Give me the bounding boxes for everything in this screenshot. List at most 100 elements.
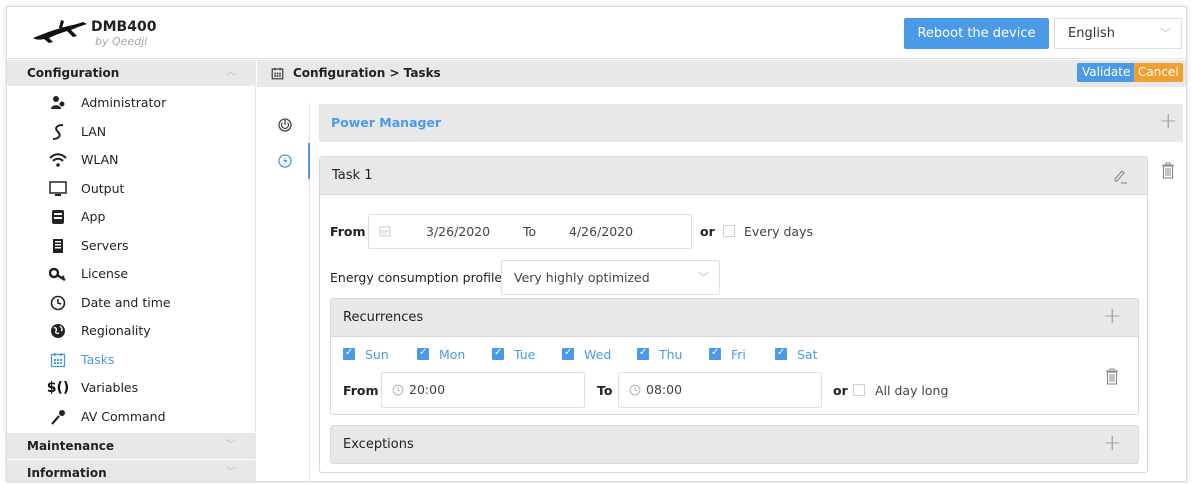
sidebar-item-label: Date and time <box>81 295 171 310</box>
breadcrumb: Configuration > Tasks <box>293 66 441 80</box>
day-label: Mon <box>439 347 466 362</box>
active-tab-indicator <box>308 143 310 179</box>
clock-icon <box>392 384 404 399</box>
sidebar-item-label: Servers <box>81 238 129 253</box>
power-manager-tab-icon[interactable] <box>275 151 295 171</box>
clock-icon <box>49 295 67 311</box>
energy-profile-label: Energy consumption profile <box>330 270 503 285</box>
section-title: Power Manager <box>331 115 442 130</box>
exceptions-header: Exceptions + <box>330 425 1139 464</box>
sidebar-item-av-command[interactable]: AV Command <box>7 403 256 431</box>
cancel-button[interactable]: Cancel <box>1134 63 1183 82</box>
language-select[interactable]: English ﹀ <box>1054 18 1182 49</box>
sidebar-item-lan[interactable]: LAN <box>7 118 256 146</box>
sidebar-item-variables[interactable]: $() Variables <box>7 374 256 402</box>
sidebar-section-label: Configuration <box>27 66 120 80</box>
sidebar-item-label: AV Command <box>81 409 166 424</box>
sidebar-item-output[interactable]: Output <box>7 175 256 203</box>
every-days-label: Every days <box>744 224 814 239</box>
day-checkbox[interactable] <box>637 346 649 360</box>
recurrence-to-label: To <box>597 383 613 398</box>
calendar-icon <box>271 67 284 84</box>
day-checkbox[interactable] <box>492 346 504 360</box>
variables-icon: $() <box>46 380 70 396</box>
sidebar-section-label: Maintenance <box>27 439 115 453</box>
day-label: Thu <box>659 347 683 362</box>
sidebar-item-date-and-time[interactable]: Date and time <box>7 289 256 317</box>
sidebar: Configuration ︿ Administrator LAN WLAN O… <box>7 60 256 481</box>
day-checkbox[interactable] <box>775 346 787 360</box>
all-day-checkbox[interactable] <box>853 384 865 396</box>
sidebar-item-administrator[interactable]: Administrator <box>7 89 256 117</box>
validate-button[interactable]: Validate <box>1077 63 1136 82</box>
sidebar-item-label: Tasks <box>81 352 115 367</box>
to-time-value: 08:00 <box>646 382 683 397</box>
sidebar-item-label: Regionality <box>81 323 151 338</box>
exceptions-title: Exceptions <box>343 437 414 452</box>
sidebar-section-maintenance[interactable]: Maintenance ﹀ <box>7 433 256 459</box>
sidebar-item-label: App <box>81 209 106 224</box>
edit-pencil-icon[interactable] <box>1112 168 1128 188</box>
day-checkbox[interactable] <box>417 346 429 360</box>
monitor-icon <box>49 181 67 197</box>
key-icon <box>49 266 67 282</box>
from-label: From <box>330 224 366 239</box>
sidebar-item-regionality[interactable]: Regionality <box>7 317 256 345</box>
sidebar-item-tasks[interactable]: Tasks <box>7 346 256 374</box>
from-date: 3/26/2020 <box>426 224 491 239</box>
delete-task-icon[interactable] <box>1161 162 1175 183</box>
day-label: Sat <box>797 347 818 362</box>
to-date: 4/26/2020 <box>569 224 634 239</box>
day-label: Fri <box>731 347 746 362</box>
power-manager-header: Power Manager + <box>319 104 1183 142</box>
day-label: Tue <box>514 347 536 362</box>
sidebar-item-license[interactable]: License <box>7 260 256 288</box>
reboot-button[interactable]: Reboot the device <box>904 18 1049 49</box>
every-days-checkbox[interactable] <box>723 225 735 237</box>
power-schedule-tab-icon[interactable] <box>275 115 295 135</box>
energy-profile-select[interactable]: Very highly optimized ﹀ <box>501 260 720 295</box>
top-bar: DMB400 by Qeedji Reboot the device Engli… <box>7 7 1186 59</box>
chevron-down-icon: ﹀ <box>226 440 236 451</box>
recurrences-card: Recurrences + Sun Mon Tue Wed Thu Fri Sa… <box>330 298 1139 415</box>
add-exception-icon[interactable]: + <box>1103 433 1121 455</box>
to-time-input[interactable]: 08:00 <box>618 372 822 408</box>
sidebar-item-label: License <box>81 266 129 281</box>
chevron-down-icon: ﹀ <box>226 467 236 478</box>
recurrence-from-label: From <box>343 383 379 398</box>
add-recurrence-icon[interactable]: + <box>1103 306 1121 328</box>
sidebar-section-configuration[interactable]: Configuration ︿ <box>7 60 256 86</box>
date-range-input[interactable]: 3/26/2020 To 4/26/2020 <box>368 214 692 249</box>
day-label: Sun <box>365 347 389 362</box>
delete-recurrence-icon[interactable] <box>1105 368 1119 389</box>
day-checkbox[interactable] <box>562 346 574 360</box>
or-label: or <box>700 224 715 239</box>
day-checkbox[interactable] <box>709 346 721 360</box>
all-day-label: All day long <box>875 383 949 398</box>
to-label: To <box>523 224 537 239</box>
from-time-input[interactable]: 20:00 <box>381 372 585 408</box>
chevron-up-icon: ︿ <box>226 67 236 78</box>
page-header: Configuration > Tasks Validate Cancel <box>257 60 1186 87</box>
chevron-down-icon: ﹀ <box>698 271 709 284</box>
recurrences-title: Recurrences <box>343 310 424 325</box>
day-label: Wed <box>584 347 612 362</box>
recurrence-or-label: or <box>833 383 848 398</box>
sidebar-item-label: Administrator <box>81 95 167 110</box>
microphone-icon <box>49 409 67 425</box>
sidebar-item-app[interactable]: App <box>7 203 256 231</box>
sidebar-item-servers[interactable]: Servers <box>7 232 256 260</box>
sidebar-item-label: Output <box>81 181 125 196</box>
sidebar-section-information[interactable]: Information ﹀ <box>7 460 256 481</box>
lan-icon <box>49 124 67 140</box>
day-checkbox[interactable] <box>343 346 355 360</box>
chevron-down-icon: ﹀ <box>1160 27 1171 40</box>
sidebar-item-wlan[interactable]: WLAN <box>7 146 256 174</box>
calendar-icon <box>49 352 67 368</box>
sidebar-item-label: WLAN <box>81 152 119 167</box>
logo: DMB400 by Qeedji <box>31 16 156 50</box>
from-time-value: 20:00 <box>409 382 446 397</box>
add-task-icon[interactable]: + <box>1159 111 1177 133</box>
sidebar-section-label: Information <box>27 466 107 480</box>
wifi-icon <box>49 152 67 168</box>
